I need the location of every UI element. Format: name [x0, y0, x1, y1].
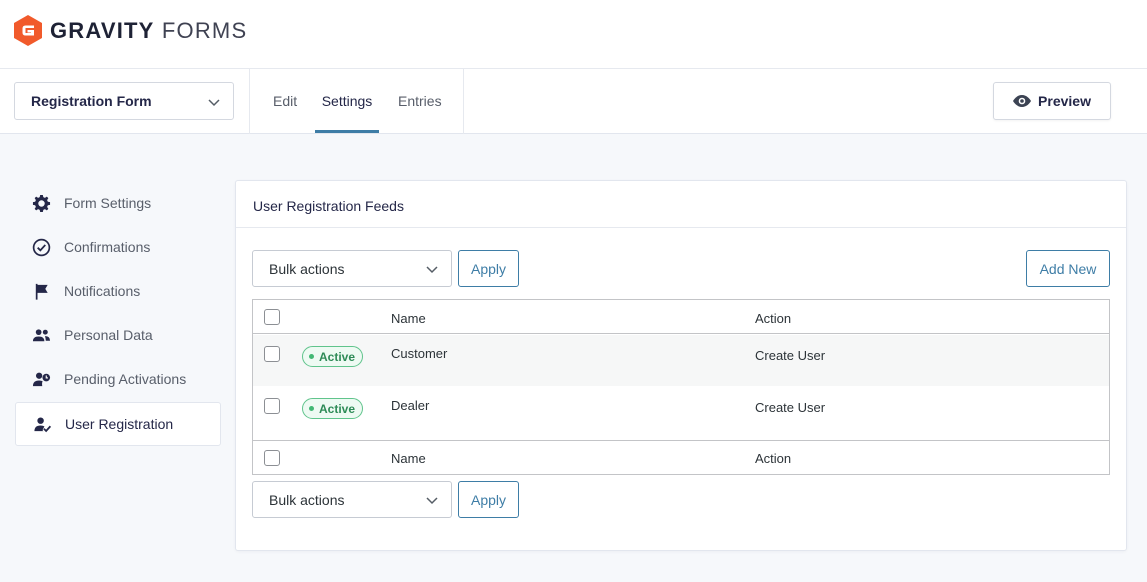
sidebar-item-label: Form Settings — [64, 195, 152, 211]
preview-button[interactable]: Preview — [993, 82, 1111, 120]
table-header-row: Name Action — [253, 300, 1109, 334]
form-toolbar: Registration Form Edit Settings Entries … — [0, 69, 1147, 134]
feed-action: Create User — [755, 400, 826, 415]
apply-button-bottom[interactable]: Apply — [458, 481, 519, 518]
add-new-button[interactable]: Add New — [1026, 250, 1110, 287]
logo-word-gravity: GRAVITY — [50, 17, 155, 43]
status-dot-icon — [309, 406, 314, 411]
row-checkbox[interactable] — [264, 346, 280, 362]
tab-settings[interactable]: Settings — [315, 69, 379, 133]
chevron-down-icon — [426, 266, 438, 274]
column-header-name[interactable]: Name — [391, 311, 426, 326]
select-all-checkbox-footer[interactable] — [264, 450, 280, 466]
column-footer-name[interactable]: Name — [391, 451, 426, 466]
sidebar-item-pending-activations[interactable]: Pending Activations — [15, 357, 221, 401]
users-icon — [31, 325, 51, 345]
select-all-checkbox[interactable] — [264, 309, 280, 325]
tab-divider — [249, 69, 250, 134]
bulk-actions-select-bottom[interactable]: Bulk actions — [252, 481, 452, 518]
sidebar-item-notifications[interactable]: Notifications — [15, 269, 221, 313]
tab-edit[interactable]: Edit — [273, 69, 297, 133]
status-label: Active — [319, 349, 356, 364]
sidebar-item-personal-data[interactable]: Personal Data — [15, 313, 221, 357]
bulk-actions-value: Bulk actions — [269, 260, 345, 277]
tab-entries[interactable]: Entries — [398, 69, 442, 133]
sidebar-item-label: Notifications — [64, 283, 141, 299]
check-circle-icon — [31, 237, 51, 257]
bulk-actions-select-top[interactable]: Bulk actions — [252, 250, 452, 287]
status-label: Active — [319, 401, 356, 416]
bulk-actions-value: Bulk actions — [269, 491, 345, 508]
feed-name-link[interactable]: Dealer — [391, 398, 429, 413]
column-header-action: Action — [755, 311, 792, 326]
column-footer-action: Action — [755, 451, 792, 466]
preview-label: Preview — [1038, 93, 1091, 109]
sidebar-item-label: Pending Activations — [64, 371, 187, 387]
flag-icon — [31, 281, 51, 301]
sidebar-item-user-registration[interactable]: User Registration — [15, 402, 221, 446]
eye-icon — [1013, 95, 1032, 107]
logo-word-forms: FORMS — [161, 17, 248, 43]
user-check-icon — [32, 414, 52, 434]
table-row: Active Customer Create User — [253, 335, 1109, 386]
feeds-table: Name Action Active Customer Create User … — [252, 299, 1110, 475]
tab-divider — [463, 69, 464, 134]
gear-icon — [31, 193, 51, 213]
gravity-forms-logo[interactable]: GRAVITY FORMS — [14, 15, 247, 46]
sidebar-item-label: Confirmations — [64, 239, 151, 255]
logo-text: GRAVITY FORMS — [50, 18, 247, 44]
row-checkbox[interactable] — [264, 398, 280, 414]
form-selector-dropdown[interactable]: Registration Form — [14, 82, 234, 120]
sidebar-item-form-settings[interactable]: Form Settings — [15, 181, 221, 225]
apply-button-top[interactable]: Apply — [458, 250, 519, 287]
status-badge[interactable]: Active — [302, 346, 364, 367]
gravity-forms-logo-icon — [14, 15, 42, 46]
chevron-down-icon — [426, 497, 438, 505]
sidebar-item-label: Personal Data — [64, 327, 153, 343]
form-selector-value: Registration Form — [31, 93, 152, 109]
table-row: Active Dealer Create User — [253, 386, 1109, 438]
feed-name-link[interactable]: Customer — [391, 346, 447, 361]
sidebar-item-label: User Registration — [65, 416, 174, 432]
panel-divider — [236, 227, 1126, 228]
chevron-down-icon — [208, 99, 220, 107]
table-footer-row: Name Action — [253, 440, 1109, 474]
top-bar: GRAVITY FORMS — [0, 0, 1147, 69]
panel-title: User Registration Feeds — [253, 198, 404, 214]
sidebar-item-confirmations[interactable]: Confirmations — [15, 225, 221, 269]
user-registration-feeds-panel: User Registration Feeds Bulk actions App… — [235, 180, 1127, 551]
status-badge[interactable]: Active — [302, 398, 364, 419]
feed-action: Create User — [755, 348, 826, 363]
status-dot-icon — [309, 354, 314, 359]
user-clock-icon — [31, 369, 51, 389]
